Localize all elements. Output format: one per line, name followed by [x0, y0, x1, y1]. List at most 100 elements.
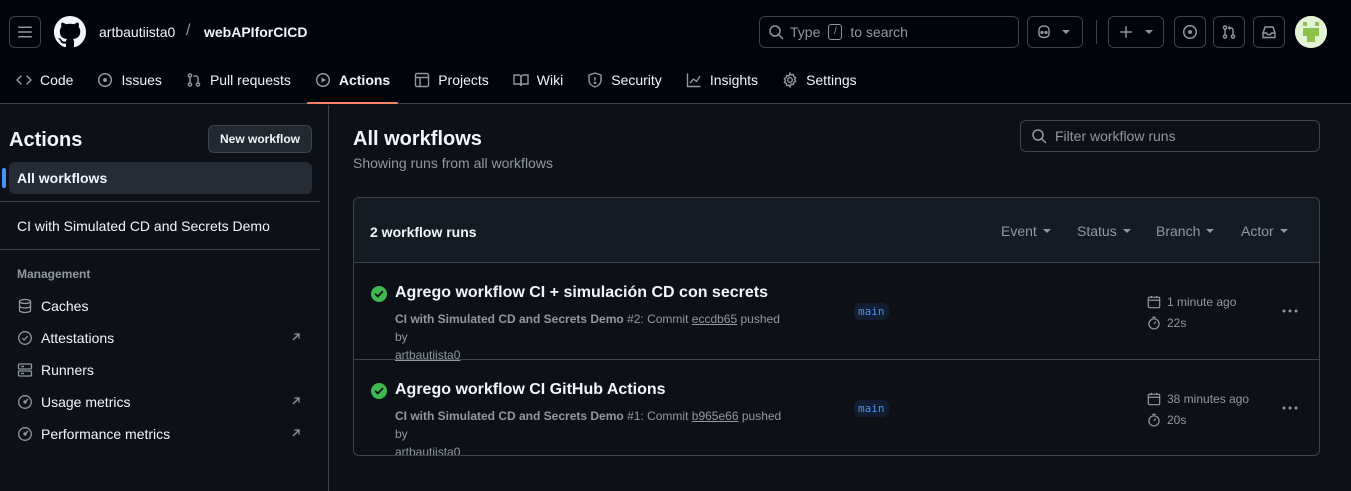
sidebar-item-usage-metrics[interactable]: Usage metrics — [17, 390, 307, 414]
chevron-down-icon — [1279, 229, 1288, 233]
workflow-run-title[interactable]: Agrego workflow CI + simulación CD con s… — [395, 284, 768, 302]
tab-code[interactable]: Code — [8, 64, 81, 96]
sidebar-item-performance-metrics[interactable]: Performance metrics — [17, 422, 307, 446]
sidebar-item-label: Usage metrics — [41, 394, 131, 410]
filter-label: Actor — [1241, 223, 1274, 239]
chevron-down-icon — [1122, 229, 1131, 233]
inbox-icon — [1262, 26, 1276, 39]
run-timestamp: 38 minutes ago — [1147, 392, 1249, 406]
tab-projects[interactable]: Projects — [406, 64, 497, 96]
kebab-horizontal-icon[interactable] — [1281, 303, 1299, 319]
breadcrumb-repo[interactable]: webAPIforCICD — [204, 24, 307, 40]
run-commit-label: Commit — [647, 312, 689, 326]
tab-settings[interactable]: Settings — [774, 64, 865, 96]
create-new-button[interactable] — [1108, 16, 1164, 48]
menu-icon — [18, 26, 32, 38]
tab-label: Issues — [121, 72, 162, 88]
filter-workflow-runs-input[interactable]: Filter workflow runs — [1020, 120, 1320, 152]
gear-icon — [783, 72, 797, 88]
filter-label: Branch — [1156, 223, 1201, 239]
global-search-input[interactable]: Type / to search — [759, 16, 1019, 48]
run-time-text: 1 minute ago — [1167, 295, 1237, 309]
workflow-run-row[interactable]: Agrego workflow CI GitHub Actions CI wit… — [354, 359, 1319, 455]
tab-label: Projects — [438, 72, 489, 88]
page-subtitle: Showing runs from all workflows — [353, 155, 553, 171]
check-circle-icon — [371, 286, 387, 302]
filter-label: Event — [1001, 223, 1037, 239]
avatar-identicon — [1295, 16, 1327, 48]
issues-button[interactable] — [1174, 16, 1206, 48]
filter-event-dropdown[interactable]: Event — [1001, 223, 1051, 239]
run-workflow-name: CI with Simulated CD and Secrets Demo — [395, 409, 624, 423]
tab-wiki[interactable]: Wiki — [505, 64, 571, 96]
stopwatch-icon — [1148, 413, 1160, 427]
inbox-button[interactable] — [1253, 16, 1285, 48]
breadcrumb-separator: / — [186, 22, 191, 39]
sidebar-item-attestations[interactable]: Attestations — [17, 326, 307, 350]
search-icon — [769, 25, 784, 40]
check-circle-icon — [371, 383, 387, 399]
breadcrumb-owner[interactable]: artbautiista0 — [99, 24, 175, 40]
run-commit-link[interactable]: eccdb65 — [692, 312, 737, 326]
search-prefix: Type — [790, 24, 821, 40]
filter-label: Status — [1077, 223, 1117, 239]
sidebar-item-caches[interactable]: Caches — [17, 294, 307, 318]
workflow-run-row[interactable]: Agrego workflow CI + simulación CD con s… — [354, 263, 1319, 362]
sidebar-item-workflow[interactable]: CI with Simulated CD and Secrets Demo — [17, 218, 270, 234]
run-workflow-name: CI with Simulated CD and Secrets Demo — [395, 312, 624, 326]
workflow-runs-count: 2 workflow runs — [370, 224, 477, 240]
workflow-run-meta: CI with Simulated CD and Secrets Demo #2… — [395, 312, 780, 362]
tab-label: Insights — [709, 72, 759, 88]
avatar[interactable] — [1295, 16, 1327, 48]
filter-branch-dropdown[interactable]: Branch — [1156, 223, 1215, 239]
filter-status-dropdown[interactable]: Status — [1077, 223, 1131, 239]
stopwatch-icon — [1148, 316, 1160, 330]
search-suffix: to search — [850, 24, 908, 40]
code-icon — [16, 75, 32, 85]
tab-actions[interactable]: Actions — [306, 64, 399, 104]
run-actor-link[interactable]: artbautiista0 — [395, 445, 460, 455]
sidebar-management-heading: Management — [17, 267, 91, 281]
tab-issues[interactable]: Issues — [89, 64, 169, 96]
workflow-runs-header: 2 workflow runs Event Status Branch Acto… — [354, 198, 1319, 263]
tab-insights[interactable]: Insights — [678, 64, 766, 96]
run-duration-text: 22s — [1167, 316, 1187, 330]
pull-request-icon — [1222, 25, 1236, 39]
copilot-button[interactable] — [1027, 16, 1083, 48]
tab-security[interactable]: Security — [579, 64, 670, 96]
tab-label: Pull requests — [209, 72, 291, 88]
plus-icon — [1120, 26, 1132, 38]
book-icon — [513, 74, 529, 87]
graph-icon — [686, 73, 701, 88]
workflow-run-meta: CI with Simulated CD and Secrets Demo #1… — [395, 407, 795, 455]
filter-actor-dropdown[interactable]: Actor — [1241, 223, 1288, 239]
tab-label: Code — [40, 72, 74, 88]
actions-sidebar: Actions New workflow All workflows CI wi… — [0, 105, 329, 491]
sidebar-item-runners[interactable]: Runners — [17, 358, 307, 382]
sidebar-item-all-workflows[interactable]: All workflows — [2, 162, 312, 194]
run-duration-text: 20s — [1167, 413, 1187, 427]
workflow-run-title[interactable]: Agrego workflow CI GitHub Actions — [395, 381, 666, 399]
chevron-down-icon — [1042, 229, 1051, 233]
branch-label[interactable]: main — [854, 303, 889, 320]
new-workflow-button[interactable]: New workflow — [208, 125, 312, 153]
sidebar-item-label: Caches — [41, 298, 89, 314]
chevron-down-icon — [1206, 229, 1215, 233]
tab-pull-requests[interactable]: Pull requests — [178, 64, 299, 96]
verified-icon — [18, 331, 32, 345]
tab-label: Security — [611, 72, 662, 88]
run-commit-link[interactable]: b965e66 — [692, 409, 739, 423]
github-logo-icon[interactable] — [54, 16, 86, 48]
run-duration: 20s — [1147, 413, 1186, 427]
menu-button[interactable] — [9, 16, 41, 48]
sidebar-item-label: Performance metrics — [41, 426, 171, 442]
tab-label: Settings — [806, 72, 857, 88]
calendar-icon — [1147, 392, 1161, 406]
external-link-icon — [292, 429, 300, 437]
kebab-horizontal-icon[interactable] — [1281, 400, 1299, 416]
issue-icon — [1182, 24, 1198, 40]
sidebar-divider — [0, 201, 320, 202]
pull-requests-button[interactable] — [1213, 16, 1245, 48]
sidebar-item-label: Attestations — [41, 330, 115, 346]
branch-label[interactable]: main — [854, 400, 889, 417]
